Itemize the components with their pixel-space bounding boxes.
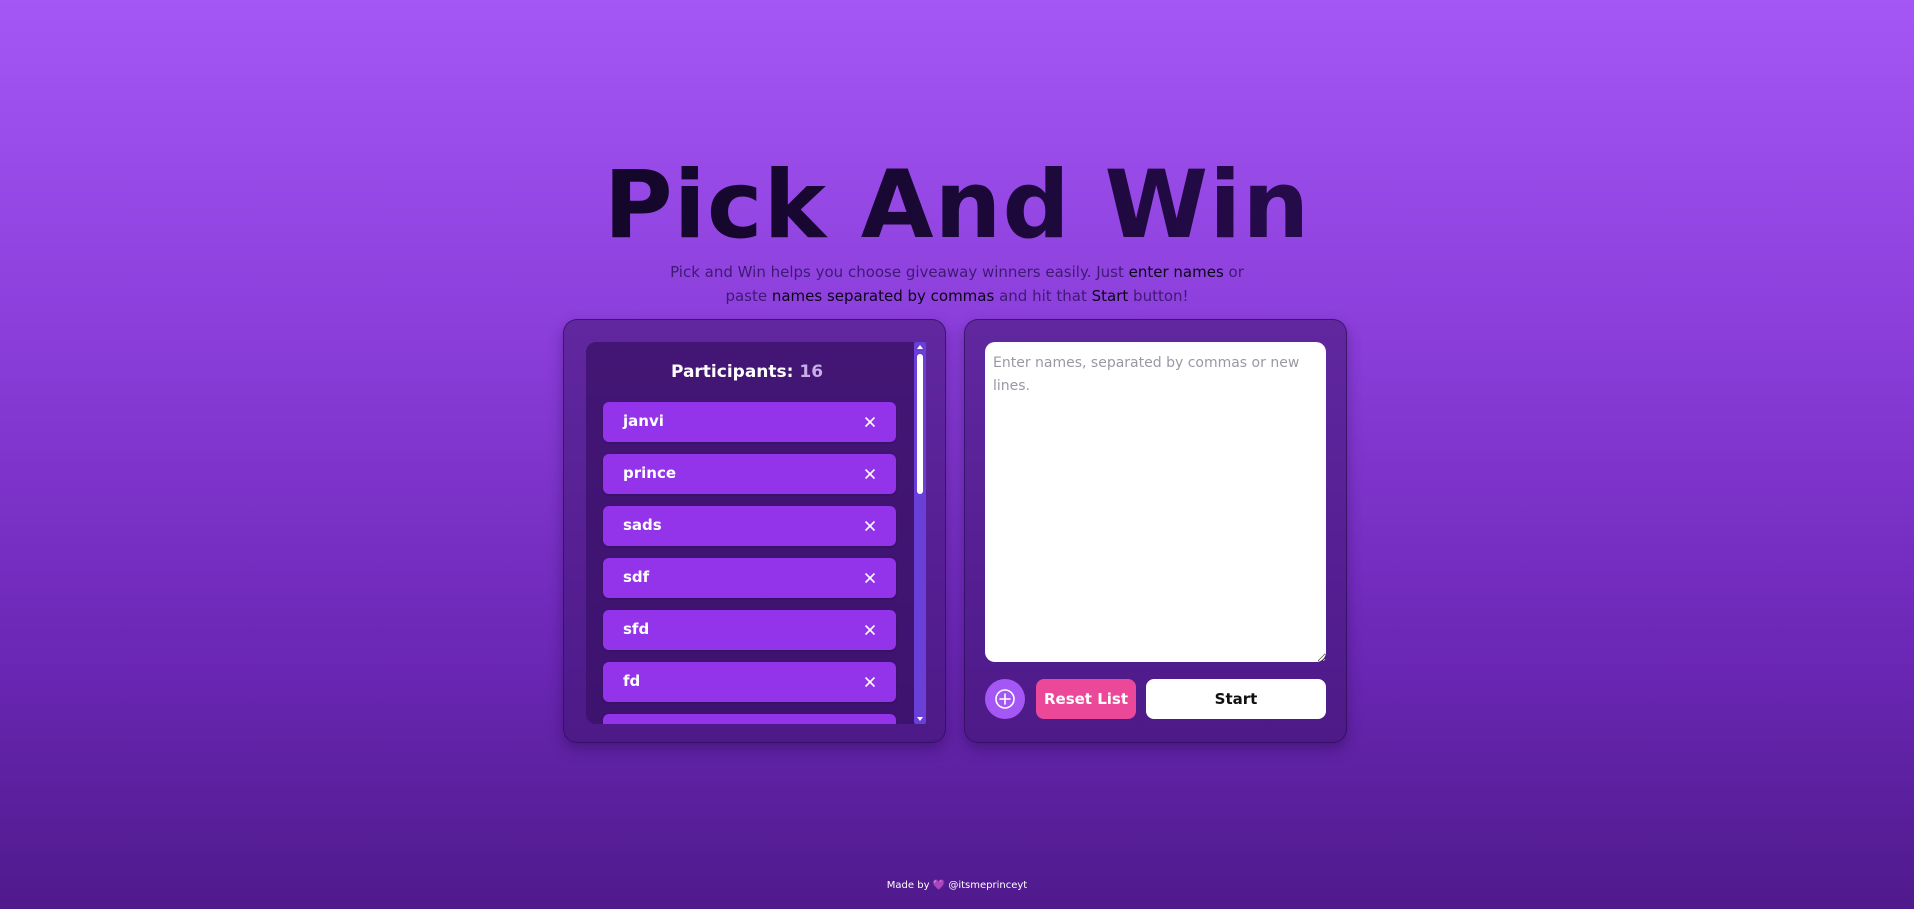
- scroll-up-arrow-icon[interactable]: [917, 345, 923, 349]
- participant-name: sdf: [623, 568, 650, 586]
- participants-list[interactable]: Participants: 16 janvi prince sads sdf sfd fd: [586, 342, 923, 724]
- remove-participant-button[interactable]: [860, 412, 880, 432]
- close-icon: [865, 625, 875, 635]
- remove-participant-button[interactable]: [860, 672, 880, 692]
- participants-card: Participants: 16 janvi prince sads sdf sfd fd: [563, 319, 946, 743]
- list-scrollbar[interactable]: [914, 342, 926, 724]
- reset-list-button[interactable]: Reset List: [1036, 679, 1136, 719]
- start-button[interactable]: Start: [1146, 679, 1326, 719]
- heart-icon: 💜: [932, 880, 946, 891]
- footer: Made by 💜 @itsmeprinceyt: [0, 880, 1914, 891]
- remove-participant-button[interactable]: [860, 620, 880, 640]
- close-icon: [865, 677, 875, 687]
- participant-name: prince: [623, 464, 677, 482]
- close-icon: [865, 469, 875, 479]
- participant-name: sads: [623, 516, 662, 534]
- participant-item: sdf: [603, 558, 896, 598]
- entry-card: Reset List Start: [964, 319, 1347, 743]
- page-title: Pick And Win: [0, 150, 1914, 262]
- footer-prefix: Made by: [886, 880, 930, 891]
- close-icon: [865, 417, 875, 427]
- participants-label: Participants:: [670, 362, 794, 382]
- plus-icon: [995, 689, 1015, 709]
- subtitle-highlight: enter names: [1128, 263, 1224, 281]
- remove-participant-button[interactable]: [860, 568, 880, 588]
- participant-item: fd: [603, 662, 896, 702]
- app-page: Pick And Win Pick and Win helps you choo…: [0, 0, 1914, 909]
- subtitle-highlight: Start: [1091, 287, 1129, 305]
- footer-handle[interactable]: @itsmeprinceyt: [948, 880, 1027, 891]
- participant-item: [603, 714, 896, 724]
- remove-participant-button[interactable]: [860, 516, 880, 536]
- participant-item: sfd: [603, 610, 896, 650]
- participant-name: sfd: [623, 620, 650, 638]
- names-input[interactable]: [985, 342, 1326, 662]
- participant-items: janvi prince sads sdf sfd fd: [603, 402, 896, 724]
- scroll-down-arrow-icon[interactable]: [917, 717, 923, 721]
- add-names-button[interactable]: [985, 679, 1025, 719]
- scroll-thumb[interactable]: [917, 354, 923, 494]
- close-icon: [865, 521, 875, 531]
- participants-heading: Participants: 16: [586, 362, 908, 382]
- participants-count: 16: [799, 362, 824, 382]
- participant-item: sads: [603, 506, 896, 546]
- participant-name: janvi: [623, 412, 664, 430]
- subtitle-text: Pick and Win helps you choose giveaway w…: [670, 263, 1129, 281]
- participant-name: fd: [623, 672, 641, 690]
- remove-participant-button[interactable]: [860, 464, 880, 484]
- participant-item: prince: [603, 454, 896, 494]
- participant-item: janvi: [603, 402, 896, 442]
- subtitle-text: button!: [1128, 287, 1189, 305]
- subtitle-text: and hit that: [994, 287, 1092, 305]
- page-subtitle: Pick and Win helps you choose giveaway w…: [657, 260, 1257, 308]
- subtitle-highlight: names separated by commas: [771, 287, 995, 305]
- close-icon: [865, 573, 875, 583]
